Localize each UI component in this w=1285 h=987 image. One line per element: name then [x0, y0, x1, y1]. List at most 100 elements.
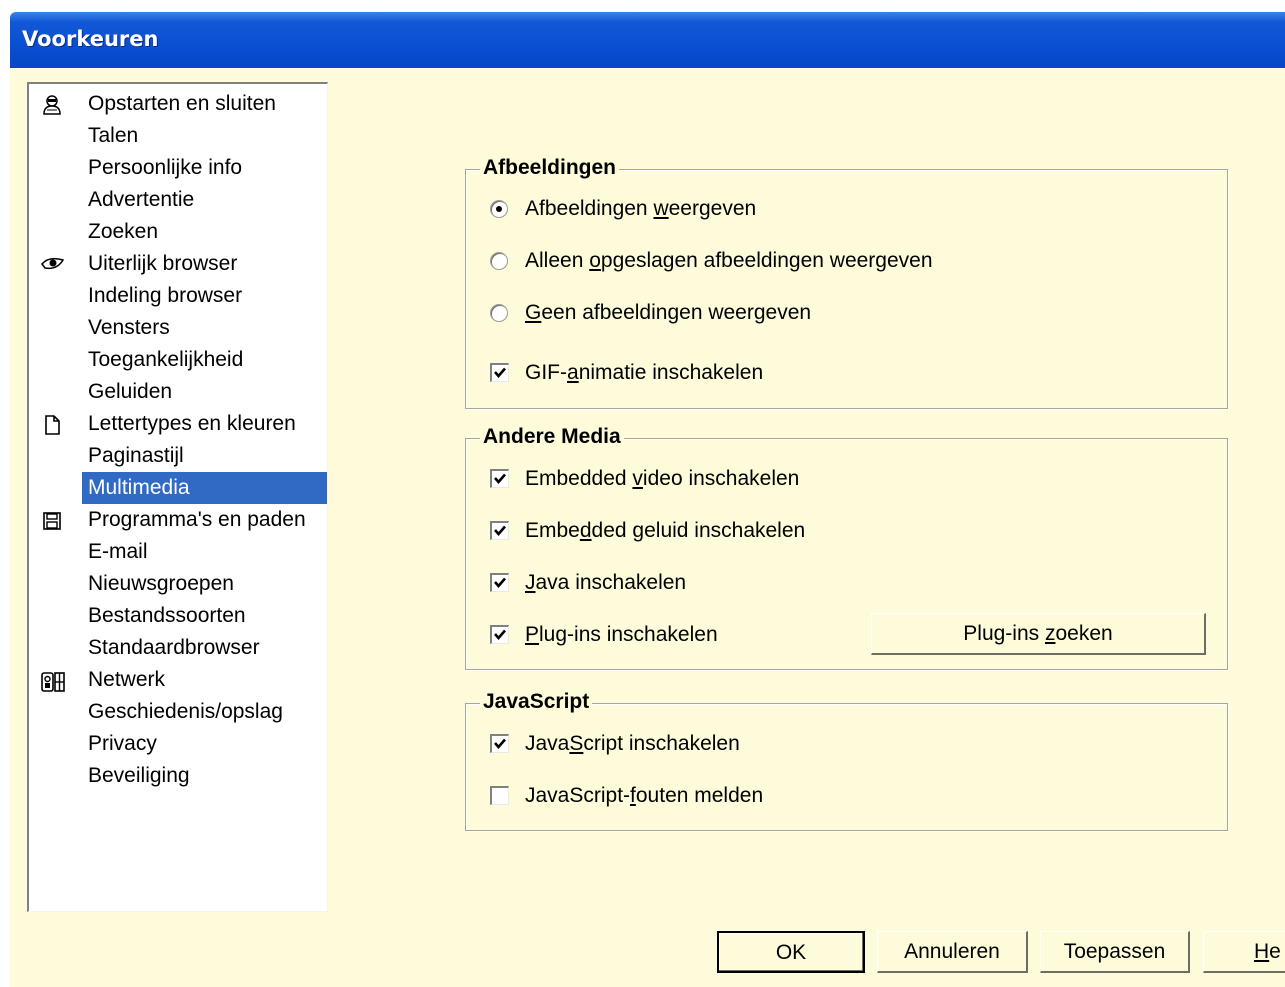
user-icon: [41, 94, 63, 116]
images-group-title: Afbeeldingen: [480, 154, 620, 182]
document-icon: [41, 414, 63, 436]
javascript-group: JavaScript JavaScript inschakelen JavaSc…: [465, 688, 1228, 831]
option-label: pgeslagen afbeeldingen weergeven: [600, 249, 933, 272]
option-label: Afbeeldingen: [525, 197, 654, 220]
sidebar-item-label: Beveiliging: [88, 764, 190, 787]
option-label: een afbeeldingen weergeven: [541, 301, 812, 324]
window-title: Voorkeuren: [22, 27, 159, 51]
radio-button[interactable]: [490, 252, 508, 270]
access-key: J: [525, 571, 536, 594]
access-key: o: [589, 249, 601, 272]
sidebar-item-advertentie[interactable]: Advertentie: [29, 184, 327, 216]
option-label: Alleen: [525, 249, 590, 272]
sidebar-item-paginastijl[interactable]: Paginastijl: [29, 440, 327, 472]
sidebar-item-persoonlijke-info[interactable]: Persoonlijke info: [29, 152, 327, 184]
checkmark-icon: [494, 738, 506, 749]
checkmark-icon: [494, 577, 506, 588]
checkbox[interactable]: [490, 521, 509, 540]
sidebar-item-privacy[interactable]: Privacy: [29, 728, 327, 760]
sidebar-item-label: E-mail: [88, 540, 148, 563]
checkbox[interactable]: [490, 734, 509, 753]
access-key: d: [579, 519, 592, 542]
button-label: oeken: [1055, 622, 1113, 645]
sidebar-item-label: Paginastijl: [88, 444, 184, 467]
sidebar-item-netwerk[interactable]: Netwerk: [29, 664, 327, 696]
sidebar-item-label: Privacy: [88, 732, 157, 755]
access-key: w: [653, 197, 669, 220]
option-label: GIF-: [525, 361, 567, 384]
option-label: cript inschakelen: [583, 732, 740, 755]
radio-selected-dot: [496, 206, 502, 212]
checkmark-icon: [494, 525, 506, 536]
checkbox[interactable]: [490, 363, 509, 382]
sidebar-item-label: Indeling browser: [88, 284, 243, 307]
checkbox[interactable]: [490, 469, 509, 488]
access-key: H: [1254, 940, 1270, 963]
option-label: eergeven: [668, 197, 757, 220]
sidebar-item-standaardbrowser[interactable]: Standaardbrowser: [29, 632, 327, 664]
radio-button[interactable]: [490, 304, 508, 322]
checkbox[interactable]: [490, 625, 509, 644]
sidebar-item-programmas[interactable]: Programma's en paden: [29, 504, 327, 536]
sidebar-item-zoeken[interactable]: Zoeken: [29, 216, 327, 248]
sidebar-item-lettertypes[interactable]: Lettertypes en kleuren: [29, 408, 327, 440]
option-label: lug-ins inschakelen: [539, 623, 718, 646]
sidebar-item-geschiedenis[interactable]: Geschiedenis/opslag: [29, 696, 327, 728]
sidebar-item-label: Uiterlijk browser: [88, 252, 238, 275]
checkbox[interactable]: [490, 573, 509, 592]
option-label: ded geluid inschakelen: [591, 519, 806, 542]
title-bar[interactable]: Voorkeuren: [10, 12, 1285, 68]
sidebar-item-geluiden[interactable]: Geluiden: [29, 376, 327, 408]
floppy-disk-icon: [41, 510, 63, 532]
sidebar-item-opstarten[interactable]: Opstarten en sluiten: [29, 88, 327, 120]
category-list[interactable]: Opstarten en sluiten Talen Persoonlijke …: [27, 82, 328, 912]
media-group: Andere Media Embedded video inschakelen …: [465, 423, 1228, 670]
option-label: nimatie inschakelen: [578, 361, 764, 384]
button-label: Toepassen: [1063, 940, 1166, 963]
access-key: z: [1044, 622, 1056, 645]
network-icon: [41, 670, 65, 692]
button-label: e: [1269, 940, 1281, 963]
cancel-button[interactable]: Annuleren: [877, 931, 1028, 973]
eye-icon: [41, 254, 65, 276]
option-label: JavaScript-: [525, 784, 631, 807]
sidebar-item-email[interactable]: E-mail: [29, 536, 327, 568]
access-key: v: [632, 467, 643, 490]
sidebar-item-label: Lettertypes en kleuren: [88, 412, 296, 435]
sidebar-item-label: Opstarten en sluiten: [88, 92, 276, 115]
sidebar-item-talen[interactable]: Talen: [29, 120, 327, 152]
ok-button[interactable]: OK: [717, 931, 865, 973]
button-label: OK: [775, 941, 807, 964]
sidebar-item-label: Geschiedenis/opslag: [88, 700, 283, 723]
option-label: ava inschakelen: [535, 571, 687, 594]
option-label: Java: [525, 732, 570, 755]
sidebar-item-uiterlijk-browser[interactable]: Uiterlijk browser: [29, 248, 327, 280]
apply-button[interactable]: Toepassen: [1040, 931, 1190, 973]
sidebar-item-indeling-browser[interactable]: Indeling browser: [29, 280, 327, 312]
option-label: Embe: [525, 519, 580, 542]
access-key: G: [525, 301, 542, 324]
access-key: a: [567, 361, 579, 384]
sidebar-item-label: Vensters: [88, 316, 170, 339]
checkbox[interactable]: [490, 786, 509, 805]
sidebar-item-label: Programma's en paden: [88, 508, 306, 531]
help-button[interactable]: He: [1203, 931, 1285, 973]
option-label: outen melden: [635, 784, 764, 807]
sidebar-item-label: Talen: [88, 124, 139, 147]
checkmark-icon: [494, 367, 506, 378]
sidebar-item-label: Multimedia: [82, 472, 327, 504]
media-group-title: Andere Media: [480, 423, 624, 451]
radio-button[interactable]: [490, 200, 508, 218]
sidebar-item-label: Persoonlijke info: [88, 156, 243, 179]
sidebar-item-label: Toegankelijkheid: [88, 348, 244, 371]
sidebar-item-bestandssoorten[interactable]: Bestandssoorten: [29, 600, 327, 632]
sidebar-item-vensters[interactable]: Vensters: [29, 312, 327, 344]
sidebar-item-label: Zoeken: [88, 220, 159, 243]
button-label: Plug-ins: [963, 622, 1045, 645]
sidebar-item-toegankelijkheid[interactable]: Toegankelijkheid: [29, 344, 327, 376]
sidebar-item-label: Nieuwsgroepen: [88, 572, 234, 595]
find-plugins-button[interactable]: Plug-ins zoeken: [871, 613, 1206, 655]
sidebar-item-nieuwsgroepen[interactable]: Nieuwsgroepen: [29, 568, 327, 600]
sidebar-item-beveiliging[interactable]: Beveiliging: [29, 760, 327, 792]
sidebar-item-multimedia[interactable]: Multimedia: [29, 472, 327, 504]
